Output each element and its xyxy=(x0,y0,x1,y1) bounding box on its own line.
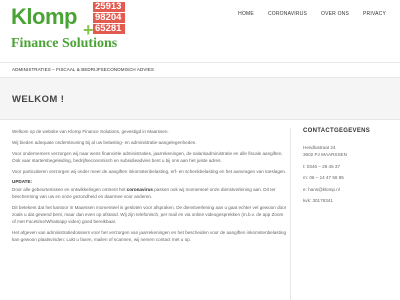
main-content: Welkom op de website van Klomp Finance S… xyxy=(12,128,287,247)
main-nav: HOME CORONAVIRUS OVER ONS PRIVACY xyxy=(238,11,386,17)
corona-text-start: Door alle gebeurtenissen en ontwikkeling… xyxy=(12,187,127,192)
nav-privacy[interactable]: PRIVACY xyxy=(363,11,386,17)
contact-street: Hendlustraat 24 xyxy=(303,145,336,150)
update-heading: UPDATE: xyxy=(12,179,33,184)
logo-number: 65281 xyxy=(93,24,125,34)
logo-number: 98204 xyxy=(93,13,125,23)
contact-email[interactable]: e: hans@klomp.nl xyxy=(303,186,393,193)
column-divider xyxy=(290,128,291,300)
nav-over-ons[interactable]: OVER ONS xyxy=(321,11,349,17)
dossier-paragraph: Het afgeven van administratiedossiers vo… xyxy=(12,230,287,242)
tagline: ADMINISTRATIES – FISCAAL & BEDRIJFSECONO… xyxy=(12,67,154,72)
office-paragraph: Dit betekent dat het kantoor in Maarssen… xyxy=(12,205,287,224)
services-paragraph: Wij bieden adequate ondersteuning bij al… xyxy=(12,140,197,145)
corona-paragraph: Door alle gebeurtenissen en ontwikkeling… xyxy=(12,186,287,200)
contact-heading: CONTACTGEGEVENS xyxy=(303,128,371,134)
contact-city: 3602 PJ MAARSSEN xyxy=(303,152,347,157)
logo-name: Klomp xyxy=(11,4,77,29)
entrepreneurs-paragraph: Voor ondernemers verzorgen wij naar wens… xyxy=(12,151,283,163)
contact-phone[interactable]: t: 0346 – 28 45 37 xyxy=(303,163,393,170)
nav-home[interactable]: HOME xyxy=(238,11,254,17)
logo-numbers: 25913 98204 65281 xyxy=(93,2,125,35)
logo-number: 25913 xyxy=(93,2,125,12)
contact-kvk: kvk: 30178341 xyxy=(303,198,333,203)
company-logo[interactable]: Klomp 25913 98204 65281 + Finance Soluti… xyxy=(11,2,146,52)
contact-mobile[interactable]: m: 06 – 14 47 56 85 xyxy=(303,174,393,181)
logo-subtitle: Finance Solutions xyxy=(11,36,118,51)
corona-keyword: coronavirus xyxy=(126,187,153,192)
contact-sidebar: CONTACTGEGEVENS Hendlustraat 24 3602 PJ … xyxy=(303,128,393,209)
nav-coronavirus[interactable]: CORONAVIRUS xyxy=(268,11,307,17)
intro-paragraph: Welkom op de website van Klomp Finance S… xyxy=(12,129,169,134)
site-header: Klomp 25913 98204 65281 + Finance Soluti… xyxy=(0,0,400,62)
page-title: WELKOM ! xyxy=(12,94,65,105)
individuals-paragraph: Voor particulieren verzorgen wij onder m… xyxy=(12,169,287,174)
tagline-bar: ADMINISTRATIES – FISCAAL & BEDRIJFSECONO… xyxy=(0,62,400,78)
welcome-banner: WELKOM ! xyxy=(0,78,400,120)
